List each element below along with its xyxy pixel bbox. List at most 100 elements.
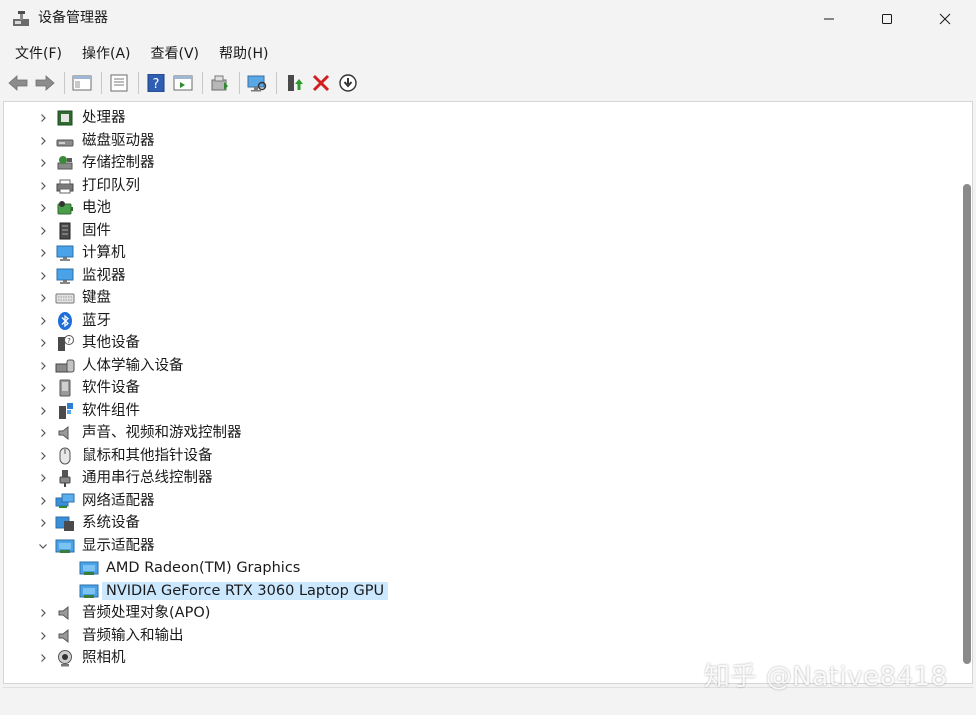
tree-category-item[interactable]: ? 其他设备: [4, 332, 956, 355]
scrollbar-thumb[interactable]: [963, 184, 971, 664]
tree-category-item[interactable]: 电池: [4, 197, 956, 220]
tree-category-item[interactable]: 显示适配器: [4, 535, 956, 558]
usb-icon: [55, 469, 75, 487]
chevron-right-icon[interactable]: [37, 652, 49, 664]
menu-help[interactable]: 帮助(H): [210, 40, 277, 66]
tree-item-label: 音频输入和输出: [82, 627, 184, 644]
hid-icon: [55, 357, 75, 375]
forward-button[interactable]: [33, 71, 57, 95]
chevron-right-icon[interactable]: [37, 630, 49, 642]
tree-category-item[interactable]: 监视器: [4, 265, 956, 288]
chevron-right-icon[interactable]: [37, 135, 49, 147]
menu-file[interactable]: 文件(F): [6, 40, 71, 66]
back-arrow-icon: [8, 75, 28, 91]
properties-icon: [110, 74, 128, 92]
tree-item-label: 磁盘驱动器: [82, 132, 155, 149]
tree-item-label: 固件: [82, 222, 111, 239]
minimize-button[interactable]: [800, 0, 858, 38]
display-adapter-icon: [79, 559, 99, 577]
tree-device-item[interactable]: NVIDIA GeForce RTX 3060 Laptop GPU: [4, 580, 956, 603]
tree-category-item[interactable]: 计算机: [4, 242, 956, 265]
tree-category-item[interactable]: 打印队列: [4, 175, 956, 198]
uninstall-device-button[interactable]: [309, 71, 333, 95]
chevron-right-icon[interactable]: [37, 405, 49, 417]
tree-category-item[interactable]: 蓝牙: [4, 310, 956, 333]
tree-category-item[interactable]: 网络适配器: [4, 490, 956, 513]
tree-item-label: 系统设备: [82, 515, 140, 531]
tree-category-item[interactable]: 磁盘驱动器: [4, 130, 956, 153]
device-tree-panel[interactable]: 处理器磁盘驱动器存储控制器打印队列 电池固件计算机监视器 键盘 蓝牙? 其他设备 人体学输…: [3, 101, 973, 684]
chevron-right-icon[interactable]: [37, 607, 49, 619]
bluetooth-icon: [55, 311, 75, 330]
tree-category-item[interactable]: 软件组件: [4, 400, 956, 423]
chevron-right-icon[interactable]: [37, 247, 49, 259]
back-button[interactable]: [6, 71, 30, 95]
toolbar-separator: [138, 72, 139, 94]
menu-view[interactable]: 查看(V): [142, 40, 209, 66]
help-button[interactable]: ?: [144, 71, 168, 95]
tree-category-item[interactable]: 存储控制器: [4, 152, 956, 175]
tree-item-label: 音频处理对象(APO): [82, 605, 211, 621]
tree-item-label: 存储控制器: [82, 155, 155, 171]
chevron-right-icon[interactable]: [37, 180, 49, 192]
chevron-right-icon[interactable]: [37, 472, 49, 484]
tree-category-item[interactable]: 音频处理对象(APO): [4, 602, 956, 625]
tree-item-label: 显示适配器: [82, 537, 155, 554]
tree-item-label: NVIDIA GeForce RTX 3060 Laptop GPU: [102, 581, 389, 600]
chevron-right-icon[interactable]: [37, 202, 49, 214]
close-button[interactable]: [916, 0, 974, 38]
network-adapter-icon: [55, 492, 75, 510]
system-device-icon: [55, 514, 75, 532]
tree-category-item[interactable]: 人体学输入设备: [4, 355, 956, 378]
storage-controller-icon: [55, 154, 75, 172]
chevron-right-icon[interactable]: [37, 112, 49, 124]
maximize-button[interactable]: [858, 0, 916, 38]
tree-category-item[interactable]: 处理器: [4, 107, 956, 130]
device-manager-icon: [12, 10, 30, 28]
toolbar: ?: [0, 68, 976, 98]
chevron-right-icon[interactable]: [37, 270, 49, 282]
tree-category-item[interactable]: 固件: [4, 220, 956, 243]
vertical-scrollbar[interactable]: [958, 102, 972, 683]
tree-item-label: 计算机: [82, 245, 126, 261]
title-bar[interactable]: 设备管理器: [0, 0, 976, 38]
action-pane-button[interactable]: [171, 71, 195, 95]
chevron-right-icon[interactable]: [37, 315, 49, 327]
menu-action[interactable]: 操作(A): [73, 40, 140, 66]
processor-icon: [55, 109, 75, 127]
display-adapter-icon: [55, 537, 75, 555]
tree-category-item[interactable]: 鼠标和其他指针设备: [4, 445, 956, 468]
printer-icon: [55, 177, 75, 195]
window-title: 设备管理器: [38, 10, 108, 26]
update-driver-button[interactable]: [208, 71, 232, 95]
tree-category-item[interactable]: 通用串行总线控制器: [4, 467, 956, 490]
chevron-right-icon[interactable]: [37, 382, 49, 394]
tree-item-label: AMD Radeon(TM) Graphics: [106, 560, 301, 576]
chevron-right-icon[interactable]: [37, 517, 49, 529]
tree-category-item[interactable]: 系统设备: [4, 512, 956, 535]
chevron-right-icon[interactable]: [37, 450, 49, 462]
toolbar-separator: [64, 72, 65, 94]
help-icon: ?: [147, 74, 165, 92]
chevron-down-icon[interactable]: [37, 540, 49, 552]
chevron-right-icon[interactable]: [37, 495, 49, 507]
disable-device-button[interactable]: [336, 71, 360, 95]
chevron-right-icon[interactable]: [37, 360, 49, 372]
tree-device-item[interactable]: AMD Radeon(TM) Graphics: [4, 557, 956, 580]
scan-hardware-button[interactable]: [245, 71, 269, 95]
other-devices-icon: ?: [55, 334, 75, 352]
chevron-right-icon[interactable]: [37, 225, 49, 237]
tree-category-item[interactable]: 音频输入和输出: [4, 625, 956, 648]
properties-button[interactable]: [107, 71, 131, 95]
chevron-right-icon[interactable]: [37, 157, 49, 169]
close-icon: [939, 13, 951, 25]
maximize-icon: [882, 14, 892, 24]
chevron-right-icon[interactable]: [37, 337, 49, 349]
tree-category-item[interactable]: 键盘: [4, 287, 956, 310]
show-hide-tree-button[interactable]: [70, 71, 94, 95]
tree-category-item[interactable]: 软件设备: [4, 377, 956, 400]
chevron-right-icon[interactable]: [37, 427, 49, 439]
chevron-right-icon[interactable]: [37, 292, 49, 304]
enable-device-button[interactable]: [282, 71, 306, 95]
tree-category-item[interactable]: 声音、视频和游戏控制器: [4, 422, 956, 445]
